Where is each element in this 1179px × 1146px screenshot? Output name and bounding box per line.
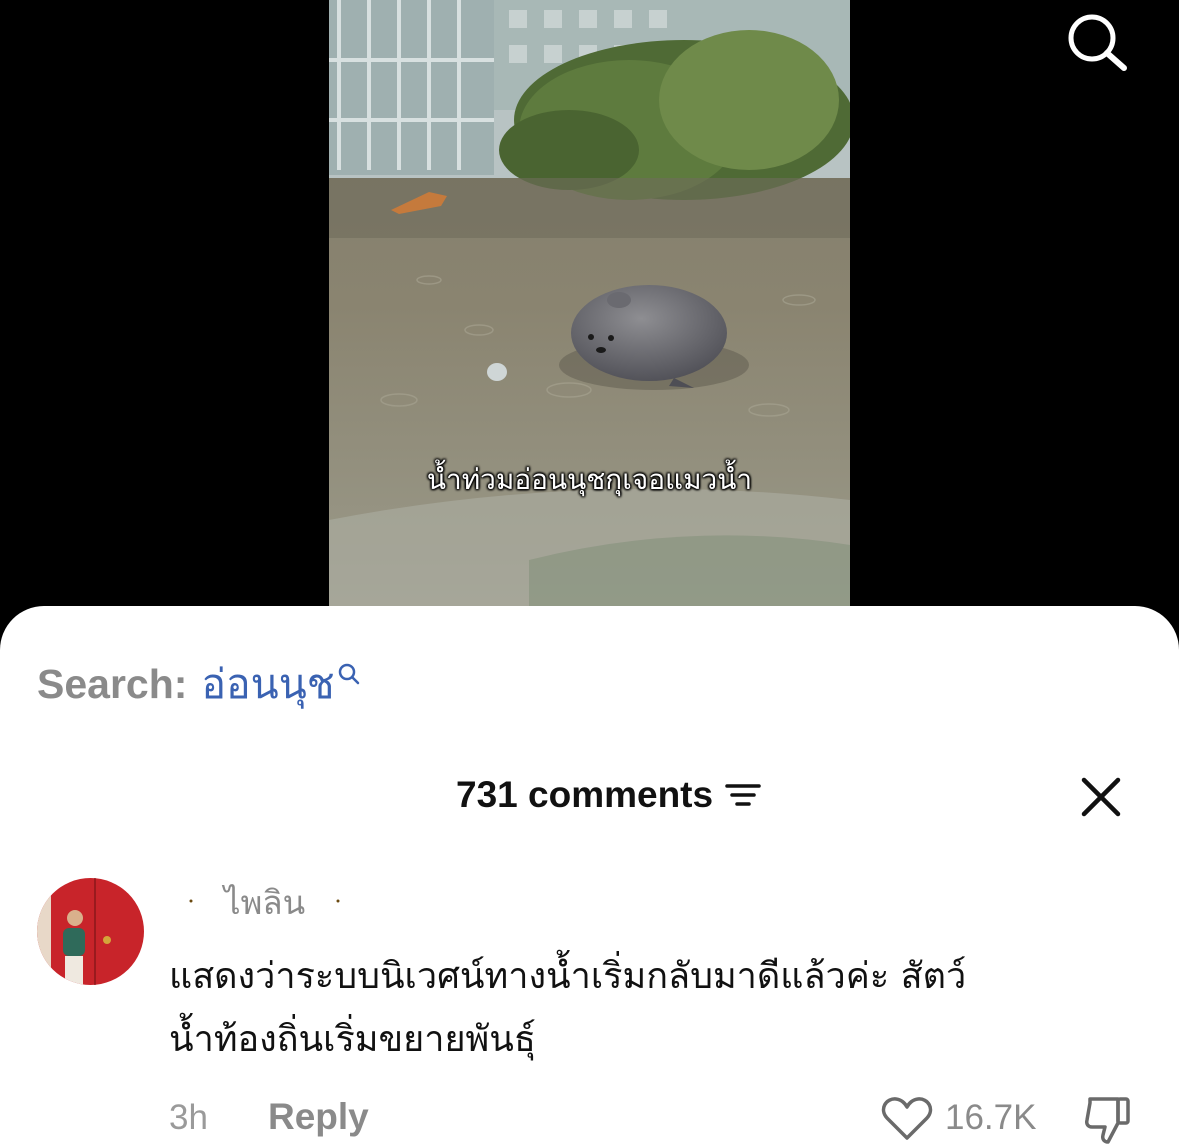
moon-emoji-icon: [182, 885, 200, 920]
comments-header: 731 comments: [0, 770, 1179, 822]
thumbs-down-icon[interactable]: [1082, 1094, 1134, 1146]
comment-time: 3h: [169, 1098, 208, 1137]
close-icon[interactable]: [1078, 774, 1124, 820]
search-button[interactable]: [1060, 8, 1132, 72]
search-prefix: Search:: [37, 661, 188, 707]
video-still: [329, 0, 850, 607]
heart-icon[interactable]: [881, 1096, 933, 1142]
video-player[interactable]: น้ำท่วมอ่อนนุชกุเจอแมวน้ำ: [0, 0, 1179, 640]
comment-username[interactable]: ไพลิน: [176, 876, 353, 929]
search-suggestion[interactable]: Search: อ่อนนุช: [37, 652, 361, 717]
video-caption: น้ำท่วมอ่อนนุชกุเจอแมวน้ำ: [426, 463, 753, 496]
video-frame[interactable]: น้ำท่วมอ่อนนุชกุเจอแมวน้ำ: [329, 0, 850, 607]
comments-count-sort[interactable]: 731 comments: [456, 774, 761, 816]
sort-icon: [725, 784, 761, 806]
search-icon: [338, 663, 359, 684]
username-text: ไพลิน: [224, 883, 306, 922]
like-count: 16.7K: [945, 1098, 1037, 1137]
comments-count: 731 comments: [456, 774, 714, 815]
comment-actions: 3h Reply 16.7K: [0, 1092, 1179, 1144]
reply-button[interactable]: Reply: [268, 1096, 369, 1138]
search-icon: [1068, 14, 1127, 71]
avatar[interactable]: [37, 878, 144, 985]
moon-emoji-icon: [329, 885, 347, 920]
comment-body: แสดงว่าระบบนิเวศน์ทางน้ำเริ่มกลับมาดีแล้…: [169, 945, 1129, 1071]
comment-line-2: น้ำท้องถิ่นเริ่มขยายพันธุ์: [169, 1019, 536, 1060]
comment-line-1: แสดงว่าระบบนิเวศน์ทางน้ำเริ่มกลับมาดีแล้…: [169, 956, 967, 997]
search-term-link[interactable]: อ่อนนุช: [201, 652, 334, 717]
